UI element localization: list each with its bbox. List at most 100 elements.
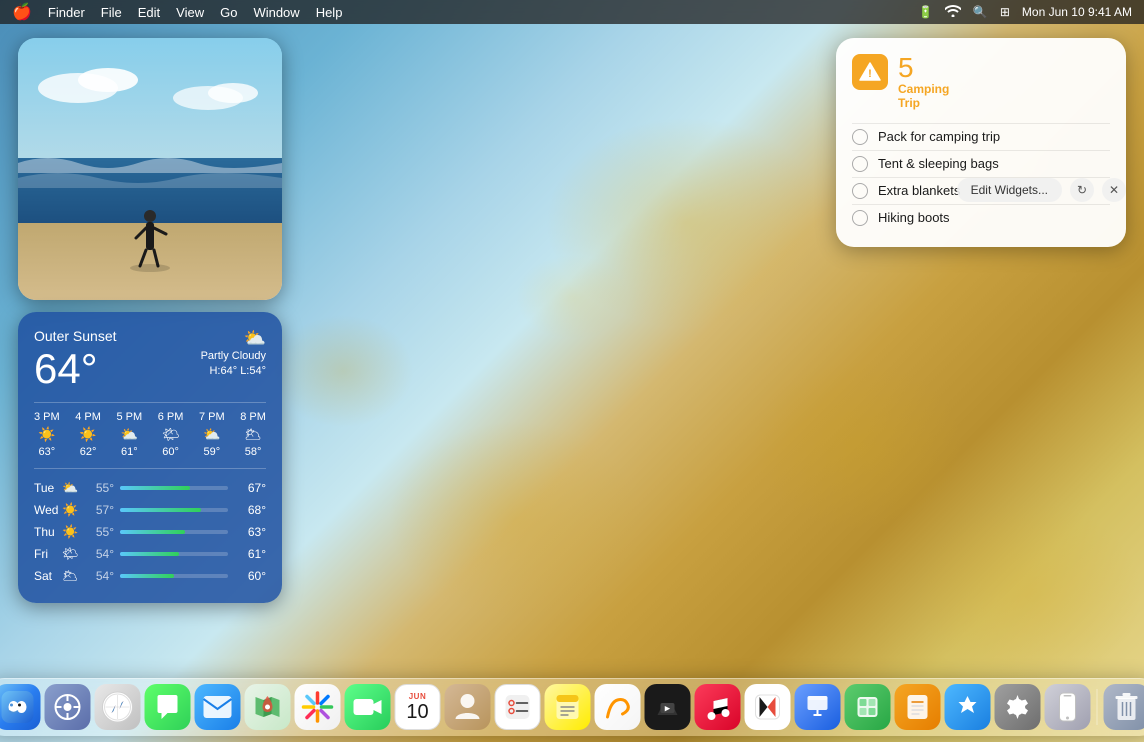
launchpad-icon [54,693,82,721]
dock: JUN 10 [0,678,1144,736]
hourly-item-1: 4 PM ☀️ 62° [75,411,101,458]
edit-widgets-button[interactable]: Edit Widgets... [957,178,1062,202]
battery-indicator: 🔋 [918,5,933,19]
messages-icon [154,693,182,721]
menubar-help[interactable]: Help [316,5,343,20]
keynote-icon [804,693,832,721]
photos-icon [302,691,334,723]
dock-divider [1097,689,1098,725]
maps-icon [253,692,283,722]
reminder-item-3: Hiking boots [852,204,1110,231]
hourly-item-2: 5 PM ⛅ 61° [117,411,143,458]
dock-item-iphone-mirroring[interactable] [1045,684,1091,730]
beach-scene [18,38,282,300]
menubar-finder[interactable]: Finder [48,5,85,20]
appstore-icon [954,693,982,721]
music-icon [706,693,730,721]
reminders-header: ! 5 Camping Trip [852,54,1110,111]
menubar-window[interactable]: Window [253,5,299,20]
weather-description: Partly Cloudy H:64° L:54° [201,349,266,380]
dock-item-appstore[interactable] [945,684,991,730]
reminder-text-2: Extra blankets [878,183,960,198]
menubar-left: 🍎 Finder File Edit View Go Window Help [12,2,342,22]
reminder-checkbox-3[interactable] [852,210,868,226]
dock-item-messages[interactable] [145,684,191,730]
dock-item-settings[interactable] [995,684,1041,730]
reminder-text-1: Tent & sleeping bags [878,156,999,171]
reminder-text-0: Pack for camping trip [878,129,1000,144]
weather-left: Outer Sunset 64° [34,328,117,392]
warning-triangle-icon: ! [859,61,881,83]
menubar-view[interactable]: View [176,5,204,20]
reminder-checkbox-1[interactable] [852,156,868,172]
reminder-checkbox-2[interactable] [852,183,868,199]
close-widget-button[interactable]: ✕ [1102,178,1126,202]
pages-icon [906,693,930,721]
dock-item-numbers[interactable] [845,684,891,730]
weather-temp: 64° [34,346,117,392]
freeform-icon [603,692,633,722]
contacts-icon [454,691,482,723]
reminders-dock-icon [504,693,532,721]
hourly-item-0: 3 PM ☀️ 63° [34,411,60,458]
dock-item-news[interactable] [745,684,791,730]
menubar-go[interactable]: Go [220,5,237,20]
dock-item-notes[interactable] [545,684,591,730]
dock-item-finder[interactable] [0,684,41,730]
svg-text:▶: ▶ [665,706,671,713]
dock-item-launchpad[interactable] [45,684,91,730]
reminders-category: Camping Trip [898,82,949,111]
weather-header: Outer Sunset 64° ⛅ Partly Cloudy H:64° L… [34,328,266,392]
hourly-item-4: 7 PM ⛅ 59° [199,411,225,458]
dock-item-keynote[interactable] [795,684,841,730]
forecast-row-0: Tue ⛅ 55° 67° [34,477,266,499]
numbers-icon [854,693,882,721]
dock-item-safari[interactable] [95,684,141,730]
menubar: 🍎 Finder File Edit View Go Window Help 🔋… [0,0,1144,24]
weather-location: Outer Sunset [34,328,117,344]
weather-right: ⛅ Partly Cloudy H:64° L:54° [201,328,266,380]
weather-status-icon: ⛅ [244,328,266,349]
photo-widget [18,38,282,300]
menubar-edit[interactable]: Edit [138,5,160,20]
safari-icon [102,691,134,723]
settings-icon [1004,693,1032,721]
reminders-widget: ! 5 Camping Trip Pack for camping trip T… [836,38,1126,247]
apple-menu[interactable]: 🍎 [12,2,32,22]
svg-text:!: ! [868,68,872,80]
hourly-item-3: 6 PM 🌤 60° [158,411,184,458]
reminder-checkbox-0[interactable] [852,129,868,145]
dock-item-trash[interactable] [1104,684,1144,730]
trash-icon [1115,692,1139,722]
facetime-icon [353,696,383,718]
control-center-icon[interactable]: ⊞ [1000,5,1010,19]
forecast-row-4: Sat 🌥 54° 60° [34,565,266,587]
dock-item-appletv[interactable]: ▶ [645,684,691,730]
dock-item-music[interactable] [695,684,741,730]
dock-item-maps[interactable] [245,684,291,730]
edit-widgets-bar: Edit Widgets... ↻ ✕ [957,178,1126,202]
dock-item-reminders[interactable] [495,684,541,730]
calendar-month: JUN [409,692,427,701]
dock-item-contacts[interactable] [445,684,491,730]
dock-item-pages[interactable] [895,684,941,730]
dock-item-mail[interactable] [195,684,241,730]
forecast-bar-1 [120,508,201,512]
reminders-count: 5 [898,54,949,82]
dock-item-calendar[interactable]: JUN 10 [395,684,441,730]
dock-item-freeform[interactable] [595,684,641,730]
reminders-count-section: 5 Camping Trip [898,54,949,111]
reminder-text-3: Hiking boots [878,210,950,225]
datetime-display: Mon Jun 10 9:41 AM [1022,5,1132,19]
finder-icon [2,691,34,723]
dock-item-photos[interactable] [295,684,341,730]
forecast-row-2: Thu ☀️ 55° 63° [34,521,266,543]
forecast-bar-0 [120,486,190,490]
search-menubar-icon[interactable]: 🔍 [973,5,988,19]
menubar-file[interactable]: File [101,5,122,20]
rotate-widget-button[interactable]: ↻ [1070,178,1094,202]
menubar-right: 🔋 🔍 ⊞ Mon Jun 10 9:41 AM [918,5,1132,20]
weather-forecast: Tue ⛅ 55° 67° Wed ☀️ 57° 68° Thu ☀️ 55° … [34,468,266,587]
dock-item-facetime[interactable] [345,684,391,730]
reminder-item-0: Pack for camping trip [852,123,1110,150]
